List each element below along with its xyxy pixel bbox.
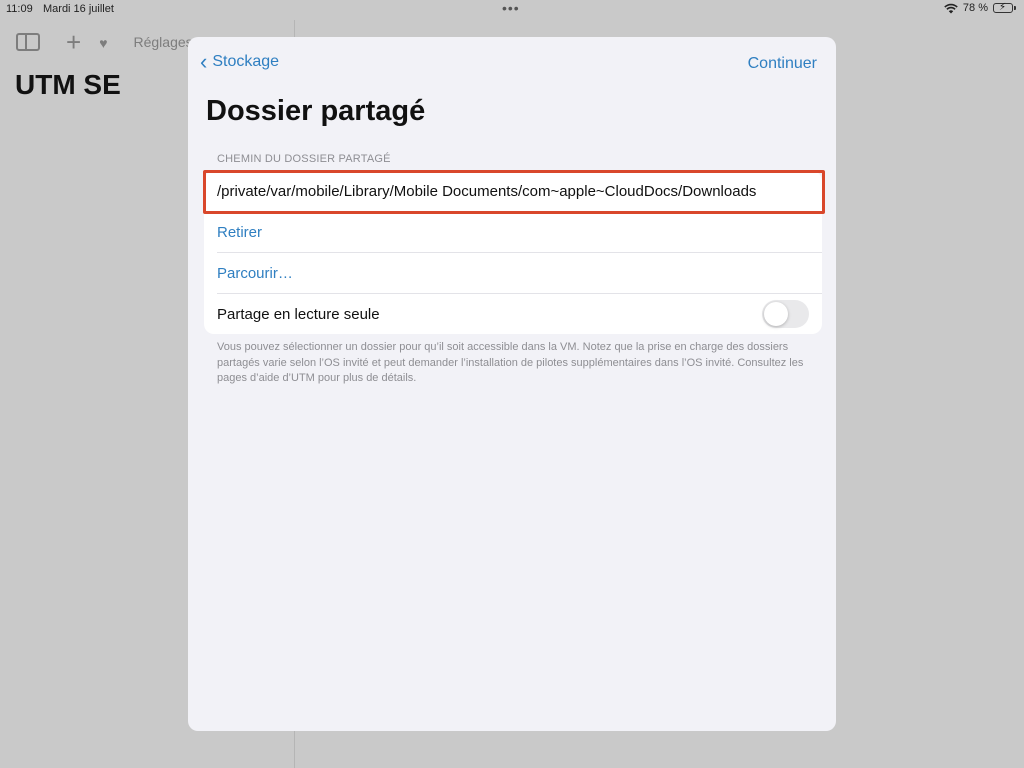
battery-icon: ⚡ bbox=[993, 2, 1016, 13]
chevron-left-icon: ‹ bbox=[200, 49, 208, 74]
back-button[interactable]: ‹ Stockage bbox=[200, 49, 280, 74]
browse-row[interactable]: Parcourir… bbox=[204, 253, 822, 294]
shared-folder-sheet: ‹ Stockage Continuer Dossier partagé CHE… bbox=[188, 37, 836, 731]
sidebar-toolbar: + ♥ Réglages bbox=[16, 29, 193, 55]
continue-button[interactable]: Continuer bbox=[748, 55, 817, 73]
readonly-row: Partage en lecture seule bbox=[204, 294, 822, 335]
remove-row[interactable]: Retirer bbox=[204, 212, 822, 253]
heart-icon[interactable]: ♥ bbox=[99, 35, 107, 51]
status-right: 78 % ⚡ bbox=[944, 2, 1016, 14]
plus-icon[interactable]: + bbox=[66, 29, 81, 55]
toggle-knob bbox=[764, 302, 788, 326]
status-date: Mardi 16 juillet bbox=[43, 3, 114, 15]
browse-button[interactable]: Parcourir… bbox=[217, 265, 293, 282]
back-button-label: Stockage bbox=[212, 53, 280, 70]
wifi-icon bbox=[944, 3, 958, 13]
multitasking-dots[interactable]: ••• bbox=[502, 0, 520, 16]
status-bar: 11:09 Mardi 16 juillet ••• 78 % ⚡ bbox=[0, 0, 1024, 20]
readonly-toggle[interactable] bbox=[762, 300, 809, 328]
sidebar-toggle-icon[interactable] bbox=[16, 32, 40, 51]
charging-bolt-icon: ⚡ bbox=[999, 2, 1007, 13]
shared-folder-path: /private/var/mobile/Library/Mobile Docum… bbox=[217, 183, 757, 200]
path-row[interactable]: /private/var/mobile/Library/Mobile Docum… bbox=[204, 171, 822, 212]
remove-button[interactable]: Retirer bbox=[217, 224, 262, 241]
page-title: Dossier partagé bbox=[206, 95, 426, 127]
settings-group: /private/var/mobile/Library/Mobile Docum… bbox=[204, 171, 822, 334]
section-header: CHEMIN DU DOSSIER PARTAGÉ bbox=[217, 153, 391, 165]
readonly-label: Partage en lecture seule bbox=[217, 306, 380, 323]
settings-button[interactable]: Réglages bbox=[134, 34, 193, 50]
sidebar-title: UTM SE bbox=[15, 69, 121, 100]
footer-description: Vous pouvez sélectionner un dossier pour… bbox=[217, 341, 804, 384]
battery-percent: 78 % bbox=[962, 2, 988, 14]
status-time: 11:09 bbox=[6, 3, 33, 15]
